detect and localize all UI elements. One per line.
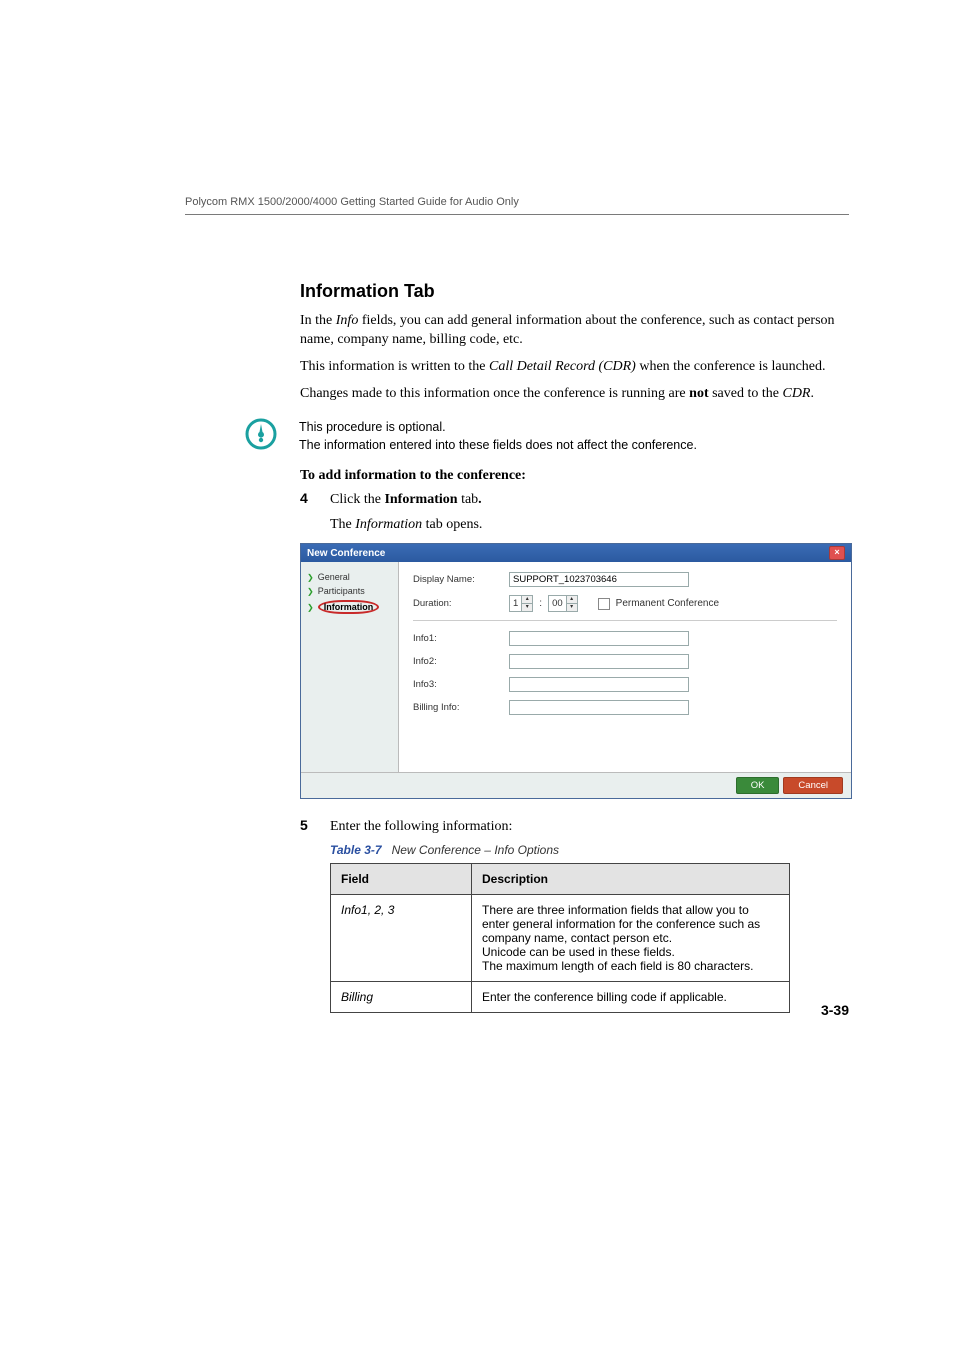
desc-line: There are three information fields that … [482,903,760,945]
duration-hours-value: 1 [510,598,521,609]
period-bold: . [478,492,482,507]
table-header-row: Field Description [331,863,790,894]
chevron-icon: ❯ [307,573,314,582]
colon: : [539,598,542,609]
nav-label: Participants [318,586,365,596]
note-line-2: The information entered into these field… [299,438,697,452]
text: This information is written to the [300,359,489,374]
text: tab opens. [422,517,482,532]
info-italic: Info [336,313,359,328]
spin-up-icon[interactable]: ▴ [567,596,577,604]
text: In the [300,313,336,328]
step-5: 5 Enter the following information: [300,817,849,837]
text: Changes made to this information once th… [300,386,689,401]
table-row: Billing Enter the conference billing cod… [331,981,790,1012]
billing-label: Billing Info: [413,702,503,713]
info3-label: Info3: [413,679,503,690]
note-line-1: This procedure is optional. [299,420,446,434]
chevron-icon: ❯ [307,603,314,612]
field-cell: Billing [331,981,472,1012]
table-caption: Table 3-7 New Conference – Info Options [330,843,849,857]
text: saved to the [709,386,783,401]
text: The [330,517,355,532]
cdr-italic-2: CDR [782,386,810,401]
note-block: This procedure is optional. The informat… [245,418,849,454]
col-field: Field [331,863,472,894]
nav-participants[interactable]: ❯ Participants [307,584,392,598]
text: Click the [330,492,384,507]
nav-label: General [318,572,350,582]
step-number: 5 [300,817,330,837]
text: . [810,386,814,401]
running-header: Polycom RMX 1500/2000/4000 Getting Start… [185,196,849,215]
step-4: 4 Click the Information tab. [300,490,849,510]
duration-hours-stepper[interactable]: 1▴▾ [509,595,533,612]
info2-input[interactable] [509,654,689,669]
note-icon [245,418,277,450]
new-conference-dialog: New Conference × ❯ General ❯ Participants … [300,543,852,799]
dialog-nav: ❯ General ❯ Participants ❯ Information [301,562,399,772]
field-cell: Info1, 2, 3 [331,894,472,981]
display-name-label: Display Name: [413,574,503,585]
ok-button[interactable]: OK [736,777,780,794]
nav-information[interactable]: ❯ Information [307,598,392,616]
duration-minutes-value: 00 [549,598,566,609]
dialog-main: Display Name: Duration: 1▴▾ : 00▴▾ Perma… [399,562,851,772]
note-text: This procedure is optional. The informat… [299,418,697,454]
chevron-icon: ❯ [307,587,314,596]
nav-label-active: Information [318,600,380,614]
step-number: 4 [300,490,330,510]
info1-label: Info1: [413,633,503,644]
desc-cell: Enter the conference billing code if app… [472,981,790,1012]
section-heading: Information Tab [300,281,849,302]
info-options-table: Field Description Info1, 2, 3 There are … [330,863,790,1013]
info2-label: Info2: [413,656,503,667]
text: tab [458,492,479,507]
text: when the conference is launched. [636,359,826,374]
spin-down-icon[interactable]: ▾ [567,604,577,611]
step-4-result: The Information tab opens. [330,515,849,535]
desc-line: Unicode can be used in these fields. [482,945,675,959]
cancel-button[interactable]: Cancel [783,777,843,794]
cdr-italic: Call Detail Record (CDR) [489,359,636,374]
paragraph-3: Changes made to this information once th… [300,385,849,404]
permanent-label: Permanent Conference [616,598,719,609]
paragraph-1: In the Info fields, you can add general … [300,312,849,350]
table-title: New Conference – Info Options [392,843,559,857]
duration-label: Duration: [413,598,503,609]
spin-down-icon[interactable]: ▾ [522,604,532,611]
text: fields, you can add general information … [300,313,835,347]
nav-general[interactable]: ❯ General [307,570,392,584]
dialog-titlebar: New Conference × [301,544,851,562]
info3-input[interactable] [509,677,689,692]
desc-line: The maximum length of each field is 80 c… [482,959,753,973]
permanent-checkbox[interactable] [598,598,610,610]
not-bold: not [689,386,708,401]
duration-minutes-stepper[interactable]: 00▴▾ [548,595,578,612]
step-5-text: Enter the following information: [330,817,849,837]
desc-cell: There are three information fields that … [472,894,790,981]
close-icon[interactable]: × [829,546,845,560]
spin-up-icon[interactable]: ▴ [522,596,532,604]
table-row: Info1, 2, 3 There are three information … [331,894,790,981]
col-description: Description [472,863,790,894]
dialog-title-text: New Conference [307,548,385,559]
procedure-heading: To add information to the conference: [300,468,849,484]
info1-input[interactable] [509,631,689,646]
table-number: Table 3-7 [330,843,382,857]
page-number: 3-39 [821,1002,849,1018]
billing-input[interactable] [509,700,689,715]
information-italic: Information [355,517,422,532]
paragraph-2: This information is written to the Call … [300,358,849,377]
separator [413,620,837,621]
display-name-input[interactable] [509,572,689,587]
information-bold: Information [384,492,457,507]
dialog-footer: OK Cancel [301,772,851,798]
